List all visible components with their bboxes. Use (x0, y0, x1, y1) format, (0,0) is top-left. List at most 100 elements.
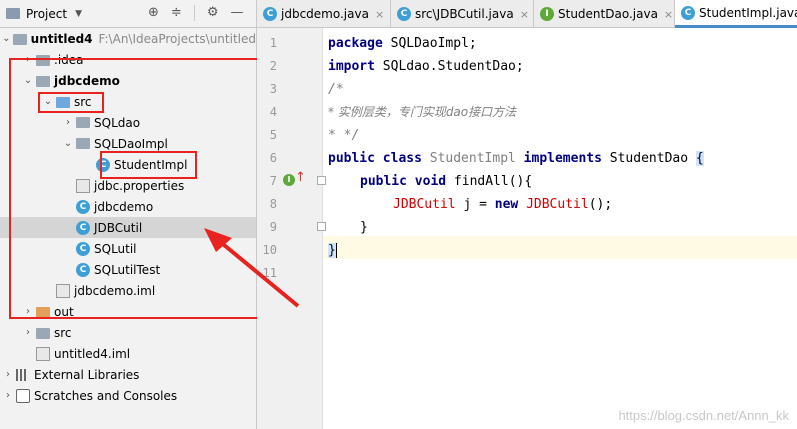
tree-item-scratches[interactable]: › Scratches and Consoles (0, 385, 256, 406)
code-line-4: * 实例层类，专门实现dao接口方法 (328, 105, 517, 119)
tab-studentdao-java[interactable]: I StudentDao.java × (534, 0, 675, 28)
chevron-down-icon[interactable]: ⌄ (2, 33, 11, 44)
source-folder-icon (56, 96, 70, 108)
tree-item-label: jdbcdemo (94, 199, 154, 214)
chevron-right-icon[interactable]: › (22, 306, 34, 317)
tree-item-label: SQLDaoImpl (94, 136, 168, 151)
code-line-9: } (360, 220, 368, 235)
code-line-7: public void findAll(){ (360, 174, 533, 189)
collapse-all-icon[interactable]: ≑ (171, 5, 182, 21)
chevron-right-icon[interactable]: › (2, 369, 14, 380)
chevron-right-icon[interactable]: › (22, 327, 34, 338)
tree-item-src[interactable]: ⌄ src (0, 91, 256, 112)
arrow-up-icon[interactable]: ↑ (295, 170, 306, 185)
tree-item-jdbc-properties[interactable]: jdbc.properties (0, 175, 256, 196)
module-folder-icon (12, 33, 27, 45)
tree-item-sqldaoimpl[interactable]: ⌄ SQLDaoImpl (0, 133, 256, 154)
class-icon: C (76, 262, 90, 277)
tree-item-label: SQLutilTest (94, 262, 161, 277)
close-icon[interactable]: × (520, 8, 529, 21)
line-number: 1 (269, 36, 277, 50)
tree-item-label: SQLdao (94, 115, 141, 130)
tree-item-sqldao[interactable]: › SQLdao (0, 112, 256, 133)
folder-icon (36, 54, 50, 66)
tree-item-sqlutil[interactable]: C SQLutil (0, 238, 256, 259)
line-number: 7 (269, 174, 277, 188)
tab-label: jdbcdemo.java (281, 7, 369, 21)
code-line-1: package SQLDaoImpl; (328, 36, 477, 51)
package-icon (76, 138, 90, 149)
watermark: https://blog.csdn.net/Annn_kk (618, 408, 789, 423)
scratches-icon (16, 388, 30, 403)
tree-item-external-libraries[interactable]: › External Libraries (0, 364, 256, 385)
tree-item-jdbcutil[interactable]: C JDBCutil (0, 217, 256, 238)
chevron-down-icon[interactable]: ⌄ (42, 96, 54, 107)
tree-item-label: jdbcdemo.iml (74, 283, 156, 298)
chevron-right-icon[interactable]: › (62, 117, 74, 128)
chevron-right-icon[interactable]: › (2, 390, 14, 401)
line-number: 11 (262, 266, 277, 280)
tree-item-label: External Libraries (34, 367, 140, 382)
tree-item-label: jdbc.properties (94, 178, 185, 193)
tree-item-untitled4-iml[interactable]: untitled4.iml (0, 343, 256, 364)
code-line-8: JDBCutil j = new JDBCutil(); (393, 197, 613, 212)
tree-item-label: untitled4 (30, 31, 93, 46)
tab-label: StudentDao.java (558, 7, 658, 21)
tree-item-studentimpl[interactable]: C StudentImpl (0, 154, 256, 175)
class-icon: C (96, 157, 110, 172)
chevron-right-icon[interactable]: › (22, 54, 34, 65)
package-icon (76, 117, 90, 128)
close-icon[interactable]: × (664, 8, 673, 21)
text-caret (335, 243, 337, 258)
line-number: 4 (269, 105, 277, 119)
project-panel-title[interactable]: Project (26, 7, 67, 21)
class-icon: C (76, 241, 90, 256)
tree-item-jdbcdemo-class[interactable]: C jdbcdemo (0, 196, 256, 217)
tree-item-sqlutiltest[interactable]: C SQLutilTest (0, 259, 256, 280)
fold-marker-icon[interactable] (317, 222, 326, 231)
gear-icon[interactable]: ⚙ (207, 5, 219, 21)
interface-icon: I (540, 7, 554, 21)
iml-file-icon (36, 346, 50, 361)
tree-item-label: StudentImpl (114, 157, 188, 172)
hide-icon[interactable]: — (230, 5, 243, 21)
code-editor[interactable] (323, 28, 797, 429)
class-icon: C (263, 7, 277, 21)
properties-file-icon (76, 178, 90, 193)
tab-label: StudentImpl.java (699, 5, 797, 20)
class-icon: C (397, 7, 411, 21)
tab-jdbcutil-java[interactable]: C src\JDBCutil.java × (391, 0, 534, 28)
line-number: 6 (269, 151, 277, 165)
tree-item-jdbcdemo-iml[interactable]: jdbcdemo.iml (0, 280, 256, 301)
chevron-down-icon[interactable]: ⌄ (22, 75, 34, 86)
fold-marker-icon[interactable] (317, 176, 326, 185)
project-panel-header: Project ▼ ⊕ ≑ ⚙ — (0, 0, 256, 28)
chevron-down-icon[interactable]: ▼ (75, 9, 82, 19)
tree-item-idea[interactable]: › .idea (0, 49, 256, 70)
tree-item-label: untitled4.iml (54, 346, 131, 361)
class-icon: C (76, 220, 90, 235)
close-icon[interactable]: × (375, 8, 384, 21)
class-icon: C (681, 5, 695, 20)
tree-item-jdbcdemo-module[interactable]: ⌄ jdbcdemo (0, 70, 256, 91)
tab-studentimpl-java[interactable]: C StudentImpl.java (675, 0, 797, 28)
tree-item-src-root[interactable]: › src (0, 322, 256, 343)
tree-item-label: .idea (54, 52, 84, 67)
locate-icon[interactable]: ⊕ (148, 5, 159, 21)
tree-item-label: JDBCutil (94, 220, 143, 235)
line-number: 2 (269, 59, 277, 73)
tab-jdbcdemo-java[interactable]: C jdbcdemo.java × (257, 0, 391, 28)
chevron-down-icon[interactable]: ⌄ (62, 138, 74, 149)
line-number: 9 (269, 220, 277, 234)
tree-item-out[interactable]: › out (0, 301, 256, 322)
line-number: 3 (269, 82, 277, 96)
tree-item-label: out (54, 304, 74, 319)
current-line-highlight (323, 236, 797, 259)
line-number: 10 (262, 243, 277, 257)
tree-item-untitled4[interactable]: ⌄ untitled4 F:\An\IdeaProjects\untitled (0, 28, 256, 49)
tree-item-label: SQLutil (94, 241, 137, 256)
module-folder-icon (36, 75, 50, 87)
implements-method-icon[interactable]: I (283, 174, 295, 186)
toolbar-divider (193, 5, 195, 21)
class-icon: C (76, 199, 90, 214)
